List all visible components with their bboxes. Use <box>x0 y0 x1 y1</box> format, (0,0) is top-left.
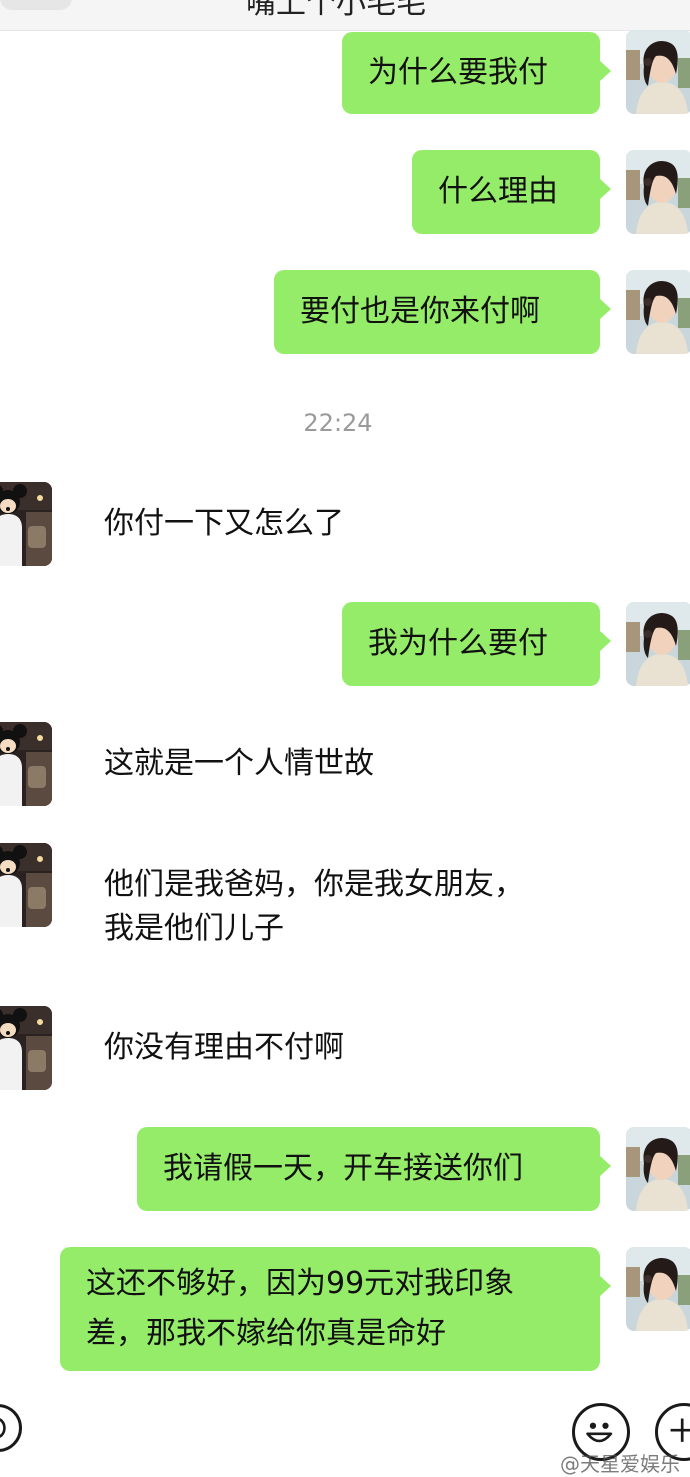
avatar[interactable] <box>626 602 690 686</box>
message-text[interactable]: 他们是我爸妈，你是我女朋友， 我是他们儿子 <box>104 863 524 951</box>
message-bubble[interactable]: 要付也是你来付啊 <box>274 270 611 354</box>
watermark: @天星爱娱乐 <box>560 1452 680 1476</box>
timestamp: 22:24 <box>303 409 373 437</box>
avatar[interactable] <box>0 722 52 806</box>
message-text[interactable]: 你付一下又怎么了 <box>104 502 344 546</box>
message-line: 他们是我爸妈，你是我女朋友， <box>104 867 524 902</box>
message-bubble[interactable]: 为什么要我付 <box>342 32 611 114</box>
message-text[interactable]: 这就是一个人情世故 <box>104 742 374 786</box>
message-bubble[interactable]: 我为什么要付 <box>342 602 611 686</box>
chat-header: 嘴上个小毛毛 <box>0 0 690 31</box>
avatar[interactable] <box>626 270 690 354</box>
message-line: 这还不够好，因为99元对我印象 <box>86 1266 515 1301</box>
message-bubble[interactable]: 这还不够好，因为99元对我印象 差，那我不嫁给你真是命好 <box>60 1247 611 1371</box>
message-bubble[interactable]: 我请假一天，开车接送你们 <box>137 1127 611 1211</box>
avatar[interactable] <box>626 30 690 114</box>
message-text[interactable]: 你没有理由不付啊 <box>104 1026 344 1070</box>
avatar[interactable] <box>626 1247 690 1331</box>
avatar[interactable] <box>0 482 52 566</box>
message-line: 我是他们儿子 <box>104 911 284 946</box>
avatar[interactable] <box>626 1127 690 1211</box>
voice-icon[interactable] <box>0 1404 22 1452</box>
back-button[interactable] <box>0 0 72 10</box>
avatar[interactable] <box>0 1006 52 1090</box>
avatar[interactable] <box>0 843 52 927</box>
chat-title: 嘴上个小毛毛 <box>246 0 426 21</box>
message-line: 差，那我不嫁给你真是命好 <box>86 1316 446 1351</box>
message-bubble[interactable]: 什么理由 <box>412 150 611 234</box>
avatar[interactable] <box>626 150 690 234</box>
